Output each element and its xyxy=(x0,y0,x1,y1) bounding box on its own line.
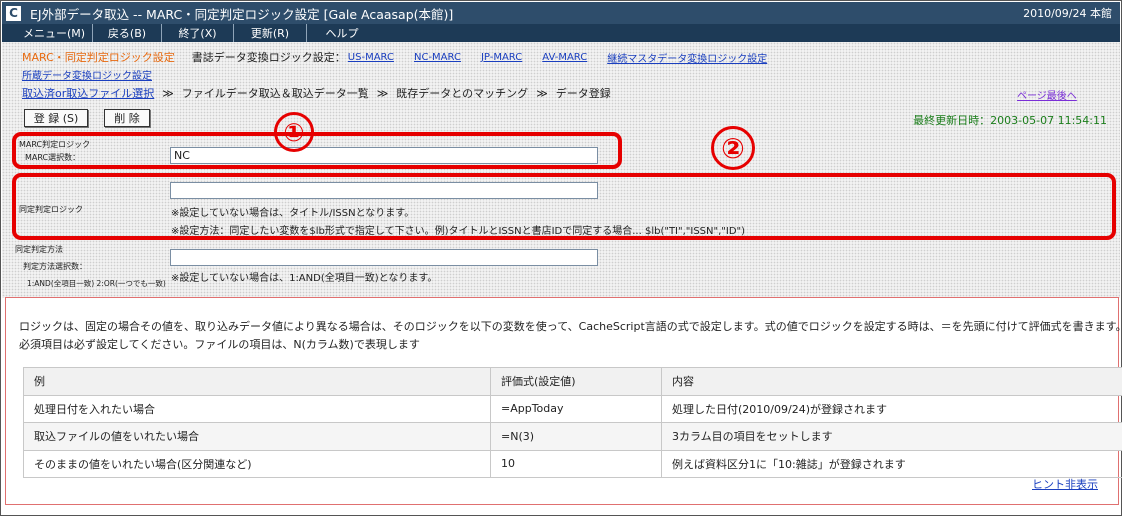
menu-back[interactable]: 戻る(B) xyxy=(93,24,162,42)
breadcrumb-separator: ≫ xyxy=(162,86,174,100)
menu-main[interactable]: メニュー(M) xyxy=(16,24,93,42)
method-note-default: ※設定していない場合は、1:AND(全項目一致)となります。 xyxy=(171,273,438,284)
annotation-box-1 xyxy=(12,132,622,169)
header-example: 例 xyxy=(23,367,491,396)
delete-button[interactable]: 削 除 xyxy=(104,109,150,127)
method-select-label: 判定方法選択数： xyxy=(23,262,87,271)
cell-expression: 10 xyxy=(490,449,662,478)
last-updated: 最終更新日時：2003-05-07 11:54:11 xyxy=(913,114,1107,127)
page-end-link[interactable]: ページ最後へ xyxy=(1017,87,1077,102)
table-row: 取込ファイルの値をいれたい場合 =N(3) 3カラム目の項目をセットします xyxy=(23,422,1122,451)
breadcrumb-separator: ≫ xyxy=(376,86,389,100)
hide-hint-link[interactable]: ヒント非表示 xyxy=(1032,476,1098,492)
register-button[interactable]: 登 録 (S) xyxy=(24,109,88,127)
hint-panel: ロジックは、固定の場合その値を、取り込みデータ値により異なる場合は、そのロジック… xyxy=(5,297,1122,505)
breadcrumb-matching: 既存データとのマッチング xyxy=(396,87,529,100)
link-jp-marc[interactable]: JP-MARC xyxy=(481,52,522,63)
menu-exit[interactable]: 終了(X) xyxy=(162,24,234,42)
header-content: 内容 xyxy=(661,367,1122,396)
breadcrumb: 取込済or取込ファイル選択 ≫ ファイルデータ取込＆取込データ一覧 ≫ 既存デー… xyxy=(22,85,611,101)
menu-bar: メニュー(M) 戻る(B) 終了(X) 更新(R) ヘルプ xyxy=(2,24,1120,42)
method-options-label: 1:AND(全項目一致) 2:OR(一つでも一致) xyxy=(27,279,166,288)
cell-example: そのままの値をいれたい場合(区分関連など) xyxy=(23,449,491,478)
breadcrumb-register: データ登録 xyxy=(555,87,611,100)
menu-refresh[interactable]: 更新(R) xyxy=(234,24,307,42)
breadcrumb-separator: ≫ xyxy=(536,86,548,100)
holding-nav: 所蔵データ変換ロジック設定 xyxy=(22,67,152,82)
logic-nav: MARC・同定判定ロジック設定 書誌データ変換ロジック設定： US-MARC N… xyxy=(22,49,767,65)
link-nc-marc[interactable]: NC-MARC xyxy=(414,52,461,63)
cell-expression: =AppToday xyxy=(490,394,662,423)
annotation-circle-1: ① xyxy=(274,112,314,152)
window-titlebar: C EJ外部データ取込 -- MARC・同定判定ロジック設定 [Gale Aca… xyxy=(2,2,1120,24)
link-holding-logic[interactable]: 所蔵データ変換ロジック設定 xyxy=(22,67,152,82)
cell-content: 処理した日付(2010/09/24)が登録されます xyxy=(661,394,1122,423)
hint-table: 例 評価式(設定値) 内容 処理日付を入れたい場合 =AppToday 処理した… xyxy=(23,367,1122,478)
table-row: 処理日付を入れたい場合 =AppToday 処理した日付(2010/09/24)… xyxy=(23,394,1122,423)
app-icon: C xyxy=(6,5,21,21)
annotation-box-2 xyxy=(12,173,1116,240)
session-date: 2010/09/24 本館 xyxy=(1023,7,1112,20)
table-header-row: 例 評価式(設定値) 内容 xyxy=(23,367,1122,396)
link-av-marc[interactable]: AV-MARC xyxy=(542,52,587,63)
cell-content: 例えば資料区分1に「10:雑誌」が登録されます xyxy=(661,449,1122,478)
breadcrumb-file-select[interactable]: 取込済or取込ファイル選択 xyxy=(22,85,154,101)
cell-expression: =N(3) xyxy=(490,422,662,451)
cell-example: 取込ファイルの値をいれたい場合 xyxy=(23,422,491,451)
cell-example: 処理日付を入れたい場合 xyxy=(23,394,491,423)
identity-method-input[interactable] xyxy=(170,249,598,266)
breadcrumb-import-list: ファイルデータ取込＆取込データ一覧 xyxy=(181,87,369,100)
link-us-marc[interactable]: US-MARC xyxy=(348,52,394,63)
window-title: EJ外部データ取込 -- MARC・同定判定ロジック設定 [Gale Acaas… xyxy=(30,6,454,22)
table-row: そのままの値をいれたい場合(区分関連など) 10 例えば資料区分1に「10:雑誌… xyxy=(23,449,1122,478)
link-serial-master[interactable]: 継続マスタデータ変換ロジック設定 xyxy=(607,50,767,65)
identity-method-label: 同定判定方法 xyxy=(15,245,63,254)
hint-line-1: ロジックは、固定の場合その値を、取り込みデータ値により異なる場合は、そのロジック… xyxy=(19,320,1122,333)
annotation-circle-2: ② xyxy=(711,126,755,170)
menu-help[interactable]: ヘルプ xyxy=(307,24,377,42)
header-expression: 評価式(設定値) xyxy=(490,367,662,396)
hint-line-2: 必須項目は必ず設定してください。ファイルの項目は、N(カラム数)で表現します xyxy=(19,338,420,351)
current-logic-page: MARC・同定判定ロジック設定 xyxy=(22,51,175,64)
cell-content: 3カラム目の項目をセットします xyxy=(661,422,1122,451)
section-label: 書誌データ変換ロジック設定： xyxy=(191,51,346,64)
